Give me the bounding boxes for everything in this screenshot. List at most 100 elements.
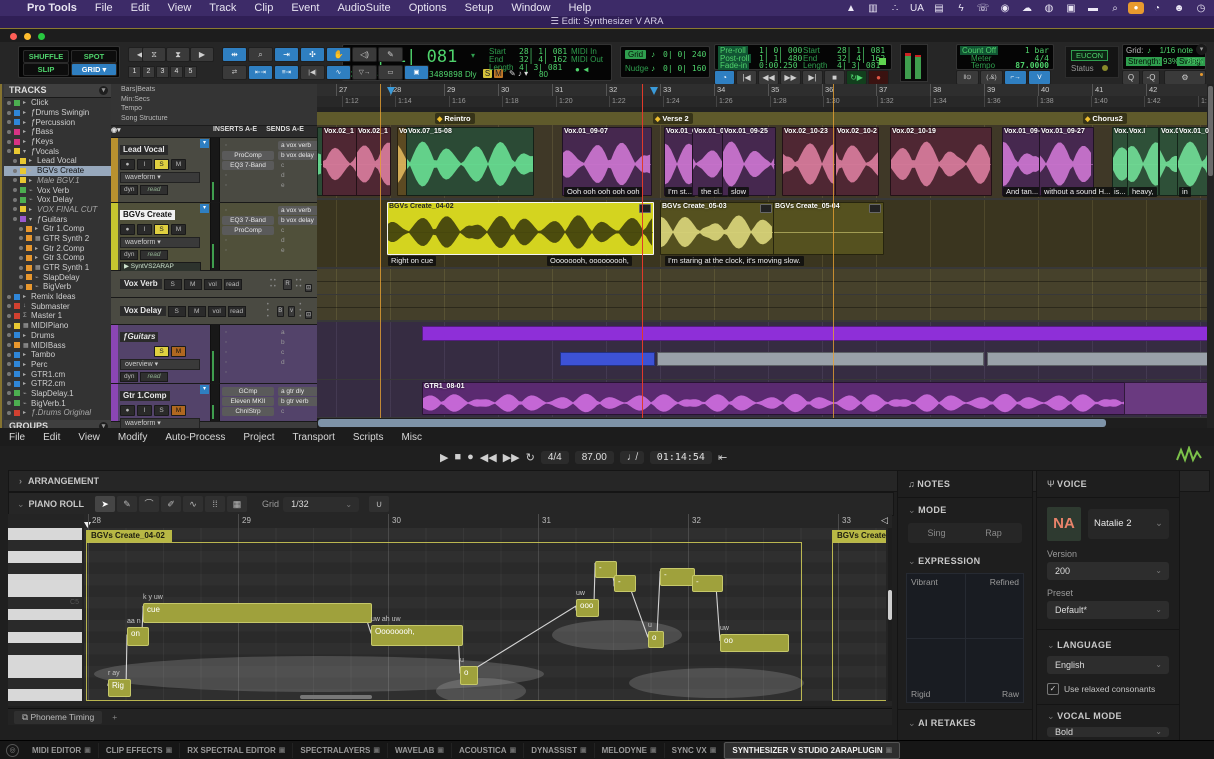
slot-empty[interactable]: ◦ (222, 141, 274, 150)
fadein-label[interactable]: Fade-in (718, 61, 749, 70)
zoom-toggle[interactable]: ⇹ (222, 47, 247, 62)
counter-dropdown-icon[interactable]: ▾ (471, 51, 475, 60)
sv-menu-edit[interactable]: Edit (34, 432, 69, 443)
expression-section-title[interactable]: EXPRESSION (918, 556, 981, 566)
record-button[interactable]: ● (868, 70, 889, 85)
playlist-button[interactable]: ⊡ (305, 311, 312, 319)
track-name[interactable]: BGVs Create (120, 210, 175, 220)
slot-vol[interactable]: vol (204, 279, 222, 290)
layered-edit[interactable]: ▭ (378, 65, 403, 80)
track-list-item--vocals[interactable]: ▾ƒVocals (4, 146, 111, 156)
bottom-tab-acoustica[interactable]: ACOUSTICA▣ (452, 743, 524, 758)
slot-a[interactable]: a (278, 328, 320, 337)
slot-chnlstrp[interactable]: ChnlStrp (222, 407, 274, 416)
pencil-tool[interactable]: ✎ (378, 47, 403, 62)
apple-menu[interactable] (0, 2, 18, 14)
track-list-item-click[interactable]: ▸Click (4, 98, 111, 108)
sv-menu-modify[interactable]: Modify (109, 432, 156, 443)
inserts-header[interactable]: INSERTS A-E (207, 126, 263, 137)
guitar-overview-segment-3[interactable] (987, 352, 1209, 366)
track-view-selector[interactable]: overview ▾ (120, 359, 200, 370)
mode-option-rap[interactable]: Rap (965, 523, 1022, 543)
slot-c[interactable]: c (278, 226, 320, 235)
dly-indicator[interactable]: Dly (465, 70, 477, 79)
slot-a-gtr-dly[interactable]: a gtr dly (278, 387, 320, 396)
record-enable-button[interactable]: ● (120, 405, 135, 416)
record-enable-button[interactable]: ● (120, 224, 135, 235)
track-header-gtr1-comp[interactable]: Gtr 1.Comp ▾ ● I S M waveform ▾ GCmpElev… (111, 384, 317, 422)
preset-select[interactable]: Default*⌄ (1047, 601, 1169, 619)
grabber-tool[interactable]: ✣ (300, 47, 325, 62)
sv-note-rig[interactable]: Rig (108, 679, 131, 697)
sends-slots[interactable]: a vox verbb vox delaycde (276, 138, 322, 202)
ruler-label-tempo[interactable]: Tempo (121, 105, 142, 112)
menu-pro-tools[interactable]: Pro Tools (18, 2, 86, 14)
sv-note-o[interactable]: o (460, 666, 478, 685)
lane-vox-verb[interactable] (317, 269, 1214, 294)
forward-icon[interactable]: ▶▶ (503, 451, 520, 464)
loop-icon[interactable]: ↻ (526, 451, 535, 464)
automation-selector[interactable]: read (140, 185, 167, 195)
bottom-tab-midi-editor[interactable]: MIDI EDITOR▣ (25, 743, 99, 758)
clip-vox-02-1[interactable]: Vox.02_1 (356, 127, 391, 196)
insert-r-button[interactable]: R (283, 279, 291, 290)
toolbar-collapse-button[interactable]: ▾ (1196, 44, 1207, 55)
tempo-label[interactable]: Tempo (971, 61, 995, 70)
relaxed-consonants-row[interactable]: ✓ Use relaxed consonants (1047, 683, 1169, 695)
mini-buttons[interactable]: SMvolread (164, 279, 242, 290)
clip-vox-01-0[interactable]: Vox.01_0 (692, 127, 724, 196)
track-list-item-slapdelay[interactable]: ⌁SlapDelay (4, 272, 111, 282)
minimize-button[interactable] (24, 33, 31, 40)
slot-b-vox-delay[interactable]: b vox delay (278, 151, 320, 160)
slot-e[interactable]: e (278, 246, 320, 255)
voice-avatar[interactable]: NA (1047, 507, 1081, 541)
menu-options[interactable]: Options (400, 2, 456, 14)
bottom-tab-spectralayers[interactable]: SPECTRALAYERS▣ (293, 743, 388, 758)
slot-a-vox-verb[interactable]: a vox verb (278, 141, 320, 150)
moon-icon[interactable]: ◔ (1148, 3, 1166, 14)
track-list-item-tambo[interactable]: ▸Tambo (4, 350, 111, 360)
clip-bgvs-create-05-03[interactable]: BGVs Create_05-03 (660, 202, 775, 255)
window-target-button[interactable]: ◎ (6, 744, 19, 757)
rewind-button[interactable]: ◀◀ (758, 70, 779, 85)
marker-reintro[interactable]: ◆Reintro (435, 113, 475, 124)
loop-play-button[interactable]: ↻▶ (846, 70, 867, 85)
menu-view[interactable]: View (159, 2, 201, 14)
track-name[interactable]: Lead Vocal (120, 145, 168, 155)
clip-vox-02-10-23[interactable]: Vox.02_10-23 (782, 127, 837, 196)
elastic-selector[interactable]: dyn (120, 372, 138, 382)
line-tool[interactable]: ⌒ (139, 496, 159, 512)
clip-vox-01-0[interactable]: Vox.01_0 (664, 127, 694, 196)
clip-vox-01-09-27[interactable]: Vox.01_09-27 (1039, 127, 1094, 196)
track-list-item-gtr-3-comp[interactable]: ▸Gtr 3.Comp (4, 253, 111, 263)
input-monitor-button[interactable]: I (137, 159, 152, 170)
insert-b-button[interactable]: B (277, 306, 284, 317)
guitar-overview-segment-1[interactable] (560, 352, 655, 366)
camera-icon[interactable]: ◉ (996, 3, 1014, 14)
tempo-chip[interactable]: 87.00 (575, 451, 614, 464)
track-list-item-master-1[interactable]: ΣMaster 1 (4, 311, 111, 321)
sv-note-oooooooh-[interactable]: Oooooooh, (371, 625, 463, 646)
ua-icon[interactable]: UA (908, 3, 926, 14)
online-button[interactable]: ◔ (714, 70, 735, 85)
bottom-tab-rx-spectral-editor[interactable]: RX SPECTRAL EDITOR▣ (180, 743, 293, 758)
slot-empty[interactable]: ◦ (222, 181, 274, 190)
solo-button[interactable]: S (154, 405, 169, 416)
insertion-follows[interactable]: |◀| (300, 65, 325, 80)
menu-clip[interactable]: Clip (245, 2, 282, 14)
swing-value[interactable]: 88% (1187, 57, 1203, 66)
tab-transient[interactable]: ⇄ (222, 65, 247, 80)
lane-vox-delay[interactable] (317, 295, 1214, 320)
params-tool[interactable]: ⁞⁞ (205, 496, 225, 512)
mode-section-title[interactable]: MODE (918, 505, 947, 515)
sv-note--[interactable]: - (660, 568, 695, 586)
clip-vox-01-09-25[interactable]: Vox.01_09-25 (722, 127, 776, 196)
strength-label[interactable]: Strength: (1126, 57, 1162, 66)
slot-procomp[interactable]: ProComp (222, 151, 274, 160)
slot-b[interactable]: b (278, 338, 320, 347)
phoneme-timing-tab[interactable]: ⧉ Phoneme Timing (14, 711, 102, 724)
menu-event[interactable]: Event (282, 2, 328, 14)
sv-note-on[interactable]: on (127, 627, 149, 646)
track-list-item-midipiano[interactable]: ▦MIDIPiano (4, 321, 111, 331)
playlist-button[interactable]: ⊡ (305, 284, 312, 292)
